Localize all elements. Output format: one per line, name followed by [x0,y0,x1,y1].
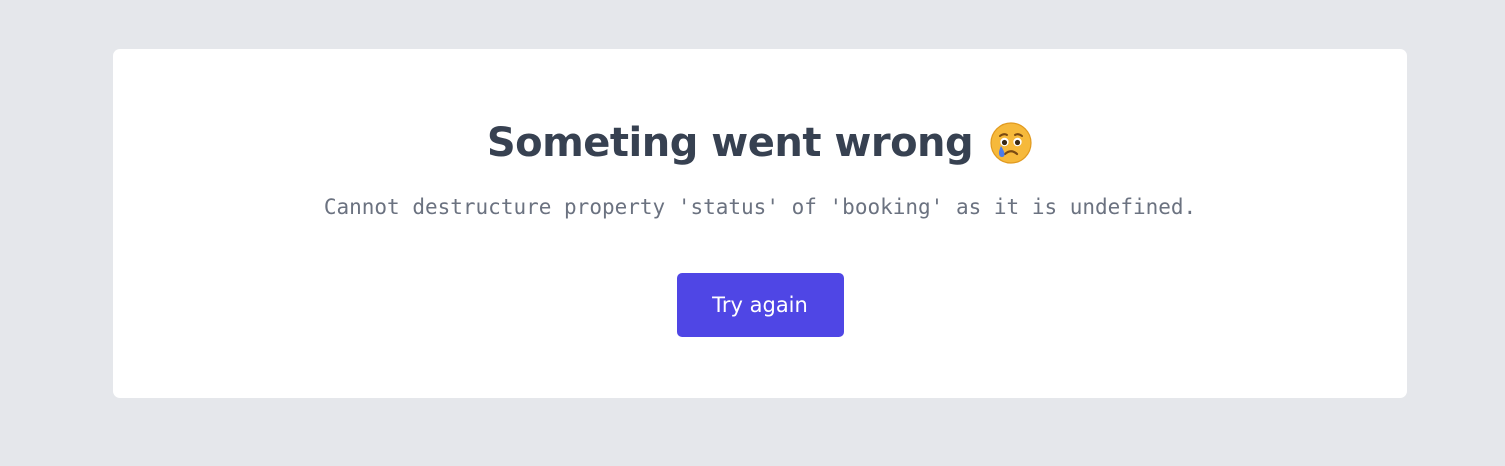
error-heading: Someting went wrong [487,119,1033,167]
crying-face-icon [990,122,1032,164]
error-card: Someting went wrong Cannot destructure p… [113,49,1407,398]
error-title: Someting went wrong [486,120,974,166]
try-again-button[interactable]: Try again [676,273,844,337]
error-message: Cannot destructure property 'status' of … [323,195,1197,219]
